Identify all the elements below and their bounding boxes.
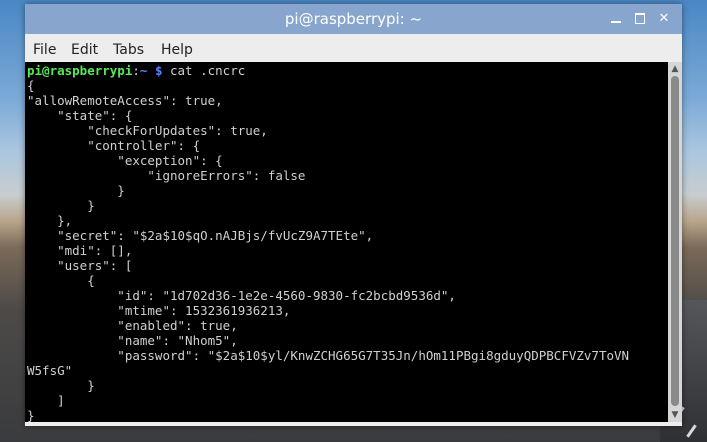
desktop-background: pi@raspberrypi: ~ ✕ File Edit Tabs Help …: [0, 0, 707, 442]
prompt-user: pi@raspberrypi: [27, 63, 133, 78]
command-output: { "allowRemoteAccess": true, "state": { …: [27, 78, 630, 422]
close-button[interactable]: ✕: [655, 10, 673, 28]
menu-tabs[interactable]: Tabs: [113, 42, 144, 58]
menu-edit[interactable]: Edit: [71, 42, 98, 58]
terminal-scrollbar[interactable]: ▲ ▼: [668, 62, 682, 422]
maximize-button[interactable]: [631, 10, 649, 28]
terminal-output: pi@raspberrypi:~ $ cat .cncrc { "allowRe…: [27, 63, 629, 422]
close-icon: ✕: [658, 11, 670, 26]
window-titlebar[interactable]: pi@raspberrypi: ~ ✕: [25, 4, 682, 34]
menu-file[interactable]: File: [33, 42, 56, 58]
terminal-window: pi@raspberrypi: ~ ✕ File Edit Tabs Help …: [25, 4, 682, 426]
prompt-separator: :: [132, 63, 140, 78]
maximize-icon: [635, 13, 645, 24]
menu-help[interactable]: Help: [161, 42, 193, 58]
prompt-path: ~ $: [139, 63, 163, 78]
minimize-icon: [611, 21, 621, 23]
prompt-command: cat .cncrc: [162, 63, 246, 78]
window-bottom-border: [25, 422, 682, 426]
window-title: pi@raspberrypi: ~: [284, 10, 423, 28]
scroll-down-arrow-icon[interactable]: ▼: [668, 408, 682, 422]
terminal-area[interactable]: pi@raspberrypi:~ $ cat .cncrc { "allowRe…: [25, 62, 668, 422]
scroll-up-arrow-icon[interactable]: ▲: [668, 62, 682, 76]
menubar: File Edit Tabs Help: [25, 34, 682, 62]
scrollbar-thumb[interactable]: [671, 76, 679, 406]
minimize-button[interactable]: [607, 10, 625, 28]
road-lane-mark: [686, 424, 697, 438]
